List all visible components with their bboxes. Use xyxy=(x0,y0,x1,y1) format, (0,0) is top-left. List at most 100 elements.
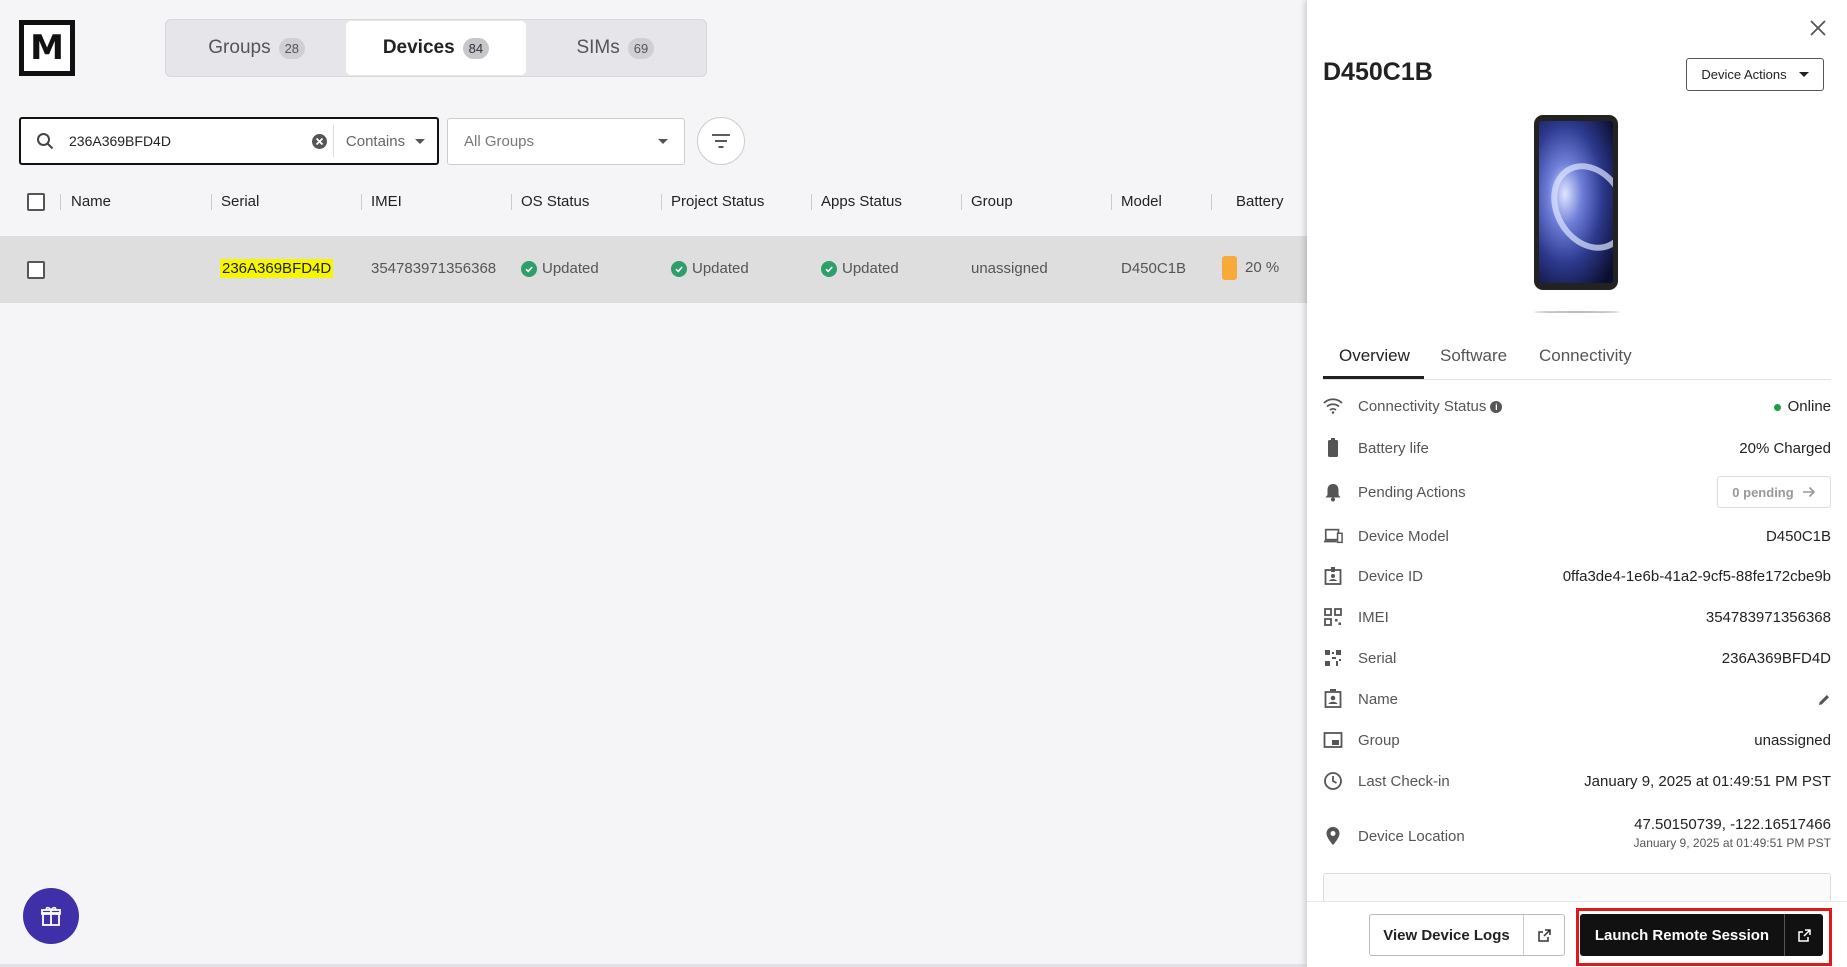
column-divider xyxy=(60,194,61,210)
os-status-text: Updated xyxy=(542,260,599,277)
cell-os-status: Updated xyxy=(521,260,599,277)
tab-groups[interactable]: Groups 28 xyxy=(167,21,346,75)
battery-text: 20 % xyxy=(1245,258,1280,276)
device-location-label: Device Location xyxy=(1358,828,1465,845)
row-checkbox[interactable] xyxy=(27,261,45,279)
field-battery-life: Battery life 20% Charged xyxy=(1323,436,1831,464)
column-header-apps-status[interactable]: Apps Status xyxy=(821,193,902,210)
table-row[interactable]: 236A369BFD4D 354783971356368 Updated Upd… xyxy=(0,236,1307,303)
device-id-label: Device ID xyxy=(1358,568,1424,585)
tab-sims[interactable]: SIMs 69 xyxy=(526,21,705,75)
gift-button[interactable] xyxy=(23,888,79,944)
tab-devices-label: Devices xyxy=(382,37,455,58)
serial-value: 236A369BFD4D xyxy=(1721,650,1831,667)
tab-devices-count: 84 xyxy=(462,37,490,59)
entity-tabs: Groups 28 Devices 84 SIMs 69 xyxy=(165,19,707,77)
devices-main-area: M Groups 28 Devices 84 SIMs 69 236A369BF… xyxy=(0,0,1307,967)
column-header-group[interactable]: Group xyxy=(971,193,1013,210)
tab-groups-count: 28 xyxy=(278,37,306,59)
tab-devices[interactable]: Devices 84 xyxy=(346,21,526,75)
device-location-timestamp: January 9, 2025 at 01:49:51 PM PST xyxy=(1633,836,1831,850)
check-circle-icon xyxy=(821,260,837,277)
view-device-logs-button[interactable]: View Device Logs xyxy=(1369,914,1565,956)
device-actions-label: Device Actions xyxy=(1701,67,1787,82)
group-frame-icon xyxy=(1323,730,1343,750)
imei-value: 354783971356368 xyxy=(1705,609,1831,626)
tab-connectivity[interactable]: Connectivity xyxy=(1539,346,1632,366)
last-checkin-label: Last Check-in xyxy=(1358,773,1450,790)
cell-apps-status: Updated xyxy=(821,260,899,277)
column-header-name[interactable]: Name xyxy=(71,193,111,210)
external-link-icon xyxy=(1785,914,1823,956)
brand-logo[interactable]: M xyxy=(19,20,75,76)
device-image-shadow xyxy=(1534,311,1620,313)
app-root: M Groups 28 Devices 84 SIMs 69 236A369BF… xyxy=(0,0,1847,967)
column-header-model[interactable]: Model xyxy=(1121,193,1162,210)
wifi-icon xyxy=(1323,396,1343,416)
cell-group: unassigned xyxy=(971,260,1048,277)
tab-overview[interactable]: Overview xyxy=(1339,346,1410,366)
field-device-model: Device Model D450C1B xyxy=(1323,524,1831,552)
filter-icon xyxy=(712,134,730,148)
device-actions-button[interactable]: Device Actions xyxy=(1686,58,1824,91)
column-divider xyxy=(1111,194,1112,210)
drawer-tabs: Overview Software Connectivity xyxy=(1323,338,1831,380)
last-checkin-value: January 9, 2025 at 01:49:51 PM PST xyxy=(1584,773,1831,790)
connectivity-status-label: Connectivity Status xyxy=(1358,398,1487,415)
column-divider xyxy=(961,194,962,210)
close-icon[interactable] xyxy=(1806,16,1830,40)
cell-battery: 20 % xyxy=(1222,256,1279,280)
pending-actions-value: 0 pending xyxy=(1732,484,1794,500)
column-header-os-status[interactable]: OS Status xyxy=(521,193,589,210)
group-value: unassigned xyxy=(1754,732,1831,749)
external-link-icon xyxy=(1524,915,1564,955)
tab-software[interactable]: Software xyxy=(1440,346,1507,366)
info-icon[interactable]: i xyxy=(1490,401,1503,414)
device-model-value: D450C1B xyxy=(1765,528,1831,545)
field-imei: IMEI 354783971356368 xyxy=(1323,605,1831,633)
id-badge-icon xyxy=(1323,566,1343,586)
launch-remote-session-label: Launch Remote Session xyxy=(1580,914,1785,956)
devices-icon xyxy=(1323,526,1343,546)
table-header: Name Serial IMEI OS Status Project Statu… xyxy=(0,182,1307,222)
device-search: Contains xyxy=(19,117,439,165)
field-last-checkin: Last Check-in January 9, 2025 at 01:49:5… xyxy=(1323,769,1831,797)
tab-sims-count: 69 xyxy=(627,37,655,59)
clear-search-icon[interactable] xyxy=(305,133,333,150)
battery-life-label: Battery life xyxy=(1358,440,1429,457)
match-mode-dropdown[interactable]: Contains xyxy=(333,125,437,157)
field-serial: Serial 236A369BFD4D xyxy=(1323,646,1831,674)
tab-sims-label: SIMs xyxy=(576,37,620,58)
field-label: Connectivity Status i xyxy=(1358,398,1503,415)
view-device-logs-label: View Device Logs xyxy=(1370,915,1524,955)
check-circle-icon xyxy=(521,260,537,277)
battery-level-icon xyxy=(1222,256,1237,280)
match-mode-label: Contains xyxy=(345,132,406,150)
name-value xyxy=(1817,691,1831,708)
filter-button[interactable] xyxy=(697,117,745,165)
column-header-serial[interactable]: Serial xyxy=(221,193,259,210)
apps-status-text: Updated xyxy=(842,260,899,277)
column-header-battery[interactable]: Battery xyxy=(1236,193,1284,210)
battery-icon xyxy=(1323,438,1343,458)
search-input[interactable] xyxy=(69,133,305,149)
column-header-imei[interactable]: IMEI xyxy=(371,193,402,210)
chevron-down-icon xyxy=(1798,72,1809,77)
column-header-project-status[interactable]: Project Status xyxy=(671,193,764,210)
field-pending-actions: Pending Actions 0 pending xyxy=(1323,476,1831,508)
pending-actions-button[interactable]: 0 pending xyxy=(1717,476,1831,508)
edit-pencil-icon[interactable] xyxy=(1817,693,1831,707)
device-id-value: 0ffa3de4-1e6b-41a2-9cf5-88fe172cbe9b xyxy=(1562,568,1831,585)
drawer-title: D450C1B xyxy=(1323,58,1433,86)
field-connectivity-status: Connectivity Status i Online xyxy=(1323,394,1831,422)
select-all-checkbox[interactable] xyxy=(27,193,45,211)
cell-model: D450C1B xyxy=(1121,260,1187,277)
launch-remote-session-button[interactable]: Launch Remote Session xyxy=(1580,914,1823,956)
arrow-right-icon xyxy=(1802,486,1815,498)
groups-filter-dropdown[interactable]: All Groups xyxy=(447,118,685,165)
qr-code-icon xyxy=(1323,607,1343,627)
field-name: Name xyxy=(1323,687,1831,715)
group-label: Group xyxy=(1358,732,1400,749)
column-divider xyxy=(811,194,812,210)
field-device-location: Device Location 47.50150739, -122.165174… xyxy=(1323,814,1831,858)
